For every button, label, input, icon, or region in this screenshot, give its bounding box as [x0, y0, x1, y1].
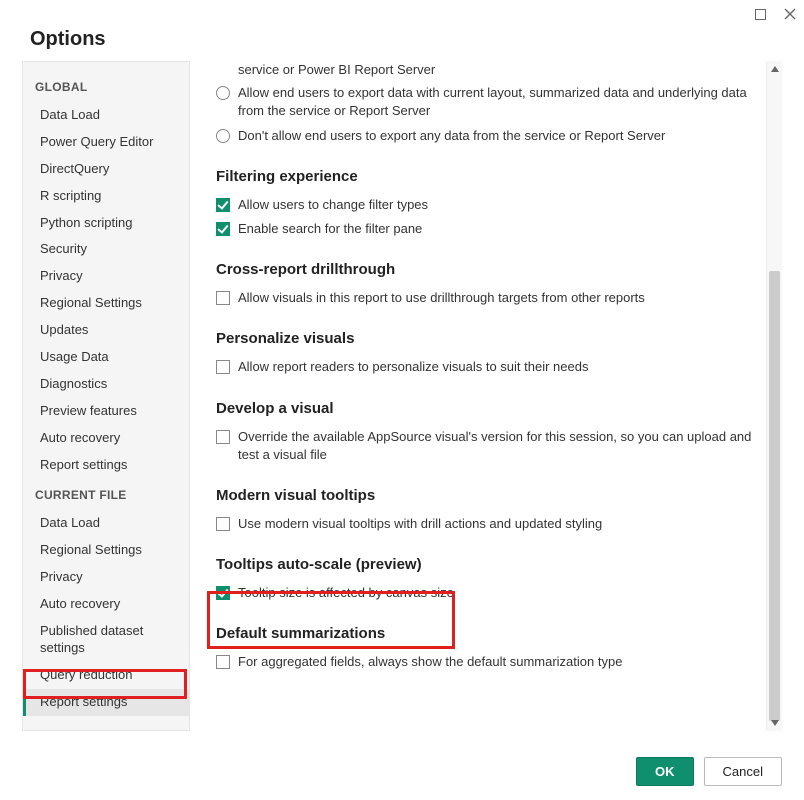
nav-file-published-dataset[interactable]: Published dataset settings [23, 618, 189, 662]
sidebar-section-current-file: CURRENT FILE [23, 478, 189, 510]
option-label: Allow end users to export data with curr… [238, 84, 764, 120]
opt-develop-visual[interactable]: Override the available AppSource visual'… [216, 425, 764, 467]
sidebar-section-global: GLOBAL [23, 70, 189, 102]
opt-filter-search[interactable]: Enable search for the filter pane [216, 217, 764, 241]
option-label: Override the available AppSource visual'… [238, 428, 764, 464]
settings-content: service or Power BI Report Server Allow … [190, 61, 782, 731]
dialog-title: Options [0, 0, 804, 61]
export-option-truncated: service or Power BI Report Server [216, 61, 764, 79]
option-label: Don't allow end users to export any data… [238, 127, 665, 145]
nav-global-directquery[interactable]: DirectQuery [23, 156, 189, 183]
nav-file-regional[interactable]: Regional Settings [23, 537, 189, 564]
nav-file-query-reduction[interactable]: Query reduction [23, 662, 189, 689]
checkbox-icon[interactable] [216, 430, 230, 444]
group-develop-title: Develop a visual [216, 400, 764, 417]
nav-global-usage-data[interactable]: Usage Data [23, 344, 189, 371]
scroll-down-icon[interactable] [767, 715, 782, 731]
group-autoscale-title: Tooltips auto-scale (preview) [216, 556, 764, 573]
option-label: Enable search for the filter pane [238, 220, 422, 238]
group-modern-title: Modern visual tooltips [216, 487, 764, 504]
export-radio-none[interactable]: Don't allow end users to export any data… [216, 124, 764, 148]
radio-icon[interactable] [216, 129, 230, 143]
checkbox-icon[interactable] [216, 360, 230, 374]
sidebar: GLOBAL Data Load Power Query Editor Dire… [22, 61, 190, 731]
export-radio-current-layout[interactable]: Allow end users to export data with curr… [216, 81, 764, 123]
nav-global-preview-features[interactable]: Preview features [23, 398, 189, 425]
opt-filter-types[interactable]: Allow users to change filter types [216, 193, 764, 217]
nav-file-data-load[interactable]: Data Load [23, 510, 189, 537]
opt-cross-drillthrough[interactable]: Allow visuals in this report to use dril… [216, 286, 764, 310]
checkbox-icon[interactable] [216, 586, 230, 600]
nav-global-auto-recovery[interactable]: Auto recovery [23, 425, 189, 452]
option-label: Allow visuals in this report to use dril… [238, 289, 645, 307]
option-label: Allow report readers to personalize visu… [238, 358, 588, 376]
nav-global-regional[interactable]: Regional Settings [23, 290, 189, 317]
nav-file-auto-recovery[interactable]: Auto recovery [23, 591, 189, 618]
radio-icon[interactable] [216, 86, 230, 100]
opt-tooltips-autoscale[interactable]: Tooltip size is affected by canvas size [216, 581, 764, 605]
opt-personalize-visuals[interactable]: Allow report readers to personalize visu… [216, 355, 764, 379]
group-cross-title: Cross-report drillthrough [216, 261, 764, 278]
checkbox-icon[interactable] [216, 517, 230, 531]
checkbox-icon[interactable] [216, 655, 230, 669]
nav-global-power-query[interactable]: Power Query Editor [23, 129, 189, 156]
nav-global-updates[interactable]: Updates [23, 317, 189, 344]
scroll-thumb[interactable] [769, 271, 780, 721]
nav-global-diagnostics[interactable]: Diagnostics [23, 371, 189, 398]
scrollbar[interactable] [766, 61, 782, 731]
checkbox-icon[interactable] [216, 198, 230, 212]
nav-global-data-load[interactable]: Data Load [23, 102, 189, 129]
group-defaultsum-title: Default summarizations [216, 625, 764, 642]
checkbox-icon[interactable] [216, 222, 230, 236]
nav-global-r-scripting[interactable]: R scripting [23, 183, 189, 210]
nav-file-report-settings[interactable]: Report settings [23, 689, 189, 716]
group-filtering-title: Filtering experience [216, 168, 764, 185]
nav-global-report-settings[interactable]: Report settings [23, 452, 189, 479]
nav-global-privacy[interactable]: Privacy [23, 263, 189, 290]
nav-global-python-scripting[interactable]: Python scripting [23, 210, 189, 237]
opt-modern-tooltips[interactable]: Use modern visual tooltips with drill ac… [216, 512, 764, 536]
checkbox-icon[interactable] [216, 291, 230, 305]
option-label: Tooltip size is affected by canvas size [238, 584, 454, 602]
ok-button[interactable]: OK [636, 757, 694, 786]
option-label: For aggregated fields, always show the d… [238, 653, 622, 671]
option-label: Use modern visual tooltips with drill ac… [238, 515, 602, 533]
group-personalize-title: Personalize visuals [216, 330, 764, 347]
scroll-up-icon[interactable] [767, 61, 782, 77]
nav-file-privacy[interactable]: Privacy [23, 564, 189, 591]
nav-global-security[interactable]: Security [23, 236, 189, 263]
opt-default-summarization[interactable]: For aggregated fields, always show the d… [216, 650, 764, 674]
maximize-icon[interactable] [752, 6, 768, 22]
close-icon[interactable] [782, 6, 798, 22]
option-label: Allow users to change filter types [238, 196, 428, 214]
cancel-button[interactable]: Cancel [704, 757, 782, 786]
